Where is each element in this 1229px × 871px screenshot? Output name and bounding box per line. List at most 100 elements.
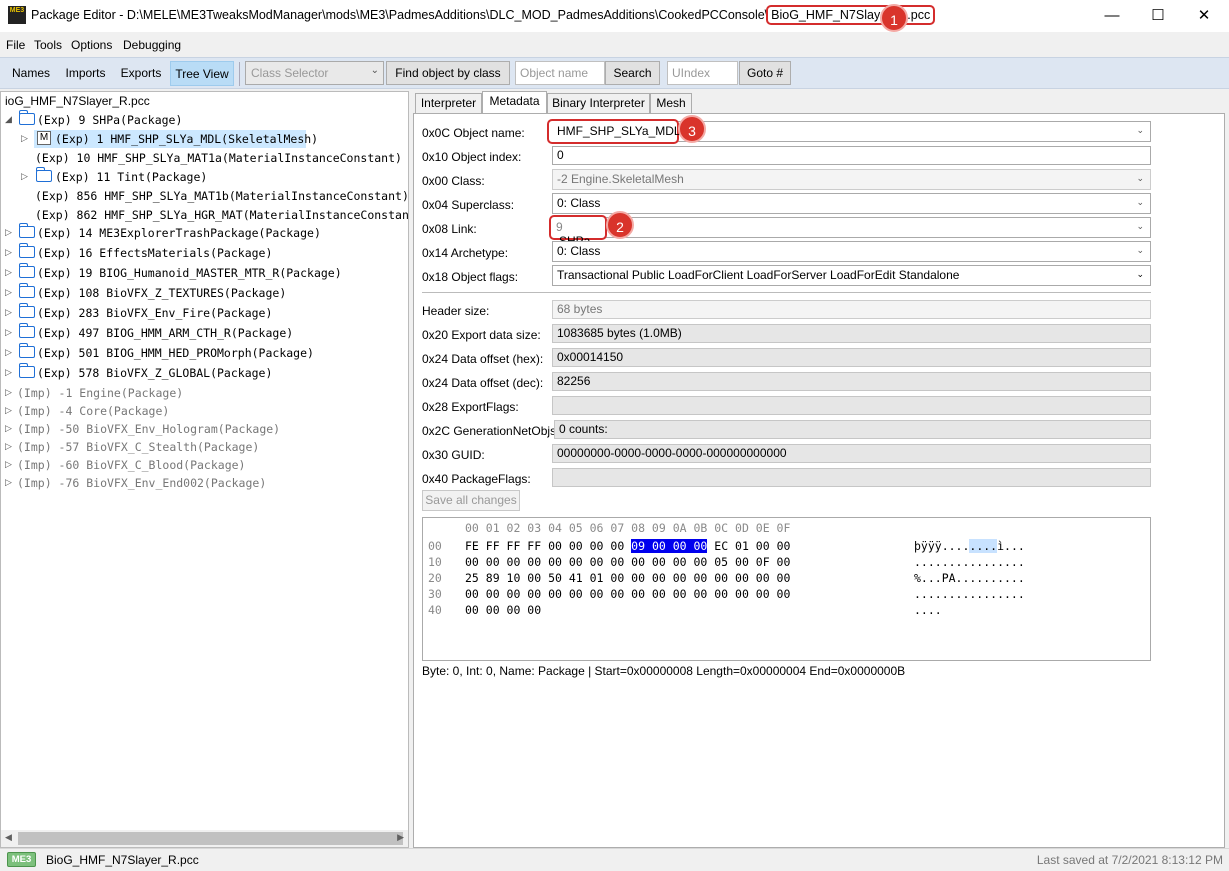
tree-node[interactable]: (Exp) 862 HMF_SHP_SLYa_HGR_MAT(MaterialI… (35, 206, 408, 225)
uindex-input[interactable]: UIndex (667, 61, 738, 85)
hex-selected-bytes: 09 00 00 00 (631, 539, 708, 553)
tree-node-import[interactable]: ▷ (Imp) -50 BioVFX_Env_Hologram(Package) (5, 420, 405, 439)
hex-row: 00 00 00 00 00 00 00 00 00 00 00 00 00 0… (465, 587, 791, 601)
tree-root-label: ioG_HMF_N7Slayer_R.pcc (5, 94, 150, 108)
expanded-arrow-icon[interactable]: ◢ (5, 114, 12, 125)
object-name-input[interactable]: Object name (515, 61, 605, 85)
tree-node[interactable]: ▷ (Exp) 497 BIOG_HMM_ARM_CTH_R(Package) (5, 323, 405, 343)
tree-node-shpa[interactable]: ◢ (Exp) 9 SHPa(Package) (5, 110, 405, 130)
folder-icon (18, 263, 35, 278)
tree-node-import[interactable]: ▷ (Imp) -57 BioVFX_C_Stealth(Package) (5, 438, 405, 457)
data-offset-dec-label: 0x24 Data offset (dec): (422, 376, 544, 390)
tree-node-import[interactable]: ▷ (Imp) -4 Core(Package) (5, 402, 405, 421)
game-badge: ME3 (7, 852, 36, 867)
tree-node-import[interactable]: ▷ (Imp) -60 BioVFX_C_Blood(Package) (5, 456, 405, 475)
ascii-pre: þÿÿÿ.... (914, 539, 970, 553)
class-combo[interactable]: -2 Engine.SkeletalMesh ⌄ (552, 169, 1151, 190)
tab-interpreter[interactable]: Interpreter (415, 93, 482, 113)
link-index: 9 (556, 220, 563, 234)
collapsed-arrow-icon[interactable]: ▷ (5, 327, 12, 338)
object-flags-combo[interactable]: Transactional Public LoadForClient LoadF… (552, 265, 1151, 286)
tree-node-label: (Exp) 856 HMF_SHP_SLYa_MAT1b(MaterialIns… (35, 189, 409, 203)
collapsed-arrow-icon[interactable]: ▷ (5, 287, 12, 298)
export-flags-label: 0x28 ExportFlags: (422, 400, 519, 414)
folder-icon (18, 223, 35, 238)
menu-debugging[interactable]: Debugging (123, 38, 181, 52)
tree-node[interactable]: (Exp) 10 HMF_SHP_SLYa_MAT1a(MaterialInst… (35, 149, 405, 168)
names-button[interactable]: Names (5, 61, 57, 86)
goto-button[interactable]: Goto # (739, 61, 791, 85)
hex-viewer[interactable]: 00 01 02 03 04 05 06 07 08 09 0A 0B 0C 0… (422, 517, 1151, 661)
collapsed-arrow-icon[interactable]: ▷ (5, 405, 12, 416)
tree-node[interactable]: (Exp) 856 HMF_SHP_SLYa_MAT1b(MaterialIns… (35, 187, 408, 206)
folder-icon (18, 303, 35, 318)
window-title-path: Package Editor - D:\MELE\ME3TweaksModMan… (31, 8, 769, 22)
tree-node[interactable]: ▷ (Exp) 501 BIOG_HMM_HED_PROMorph(Packag… (5, 343, 405, 363)
ascii-selected: .... (969, 539, 998, 553)
menu-options[interactable]: Options (71, 38, 112, 52)
horizontal-scrollbar[interactable]: ◀ ▶ (1, 830, 408, 847)
object-index-input[interactable]: 0 (552, 146, 1151, 165)
scroll-left-icon[interactable]: ◀ (5, 832, 12, 843)
class-selector-combo[interactable]: Class Selector ⌄ (245, 61, 384, 85)
hex-bytes-post: EC 01 00 00 (707, 539, 791, 553)
collapsed-arrow-icon[interactable]: ▷ (5, 227, 12, 238)
collapsed-arrow-icon[interactable]: ▷ (5, 423, 12, 434)
data-offset-hex-label: 0x24 Data offset (hex): (422, 352, 544, 366)
tree-node-label: (Exp) 16 EffectsMaterials(Package) (37, 246, 273, 260)
collapsed-arrow-icon[interactable]: ▷ (21, 133, 28, 144)
byte-info-line: Byte: 0, Int: 0, Name: Package | Start=0… (422, 664, 906, 678)
archetype-combo[interactable]: 0: Class ⌄ (552, 241, 1151, 262)
tab-metadata[interactable]: Metadata (482, 91, 547, 114)
tab-binary-interpreter[interactable]: Binary Interpreter (547, 93, 650, 113)
scrollbar-thumb[interactable] (18, 832, 403, 845)
tree-node-tint[interactable]: ▷ (Exp) 11 Tint(Package) (21, 167, 321, 187)
status-file-name: BioG_HMF_N7Slayer_R.pcc (46, 853, 199, 867)
tree-node-import[interactable]: ▷ (Imp) -1 Engine(Package) (5, 384, 405, 403)
superclass-combo[interactable]: 0: Class ⌄ (552, 193, 1151, 214)
tab-mesh[interactable]: Mesh (650, 93, 692, 113)
tree-node[interactable]: ▷ (Exp) 578 BioVFX_Z_GLOBAL(Package) (5, 363, 405, 383)
maximize-icon[interactable]: ☐ (1135, 2, 1181, 30)
collapsed-arrow-icon[interactable]: ▷ (5, 387, 12, 398)
collapsed-arrow-icon[interactable]: ▷ (5, 459, 12, 470)
collapsed-arrow-icon[interactable]: ▷ (5, 347, 12, 358)
menu-file[interactable]: File (6, 38, 25, 52)
tree-node[interactable]: ▷ (Exp) 16 EffectsMaterials(Package) (5, 243, 405, 263)
imports-button[interactable]: Imports (59, 61, 112, 86)
collapsed-arrow-icon[interactable]: ▷ (5, 247, 12, 258)
link-combo[interactable]: ⌄ (552, 217, 1151, 238)
package-tree[interactable]: ioG_HMF_N7Slayer_R.pcc ◢ (Exp) 9 SHPa(Pa… (0, 91, 409, 848)
hex-offset: 20 (428, 571, 442, 585)
collapsed-arrow-icon[interactable]: ▷ (5, 367, 12, 378)
search-button[interactable]: Search (605, 61, 660, 85)
collapsed-arrow-icon[interactable]: ▷ (5, 307, 12, 318)
chevron-down-icon: ⌄ (1136, 221, 1144, 231)
menu-tools[interactable]: Tools (34, 38, 62, 52)
tree-node-label: (Imp) -57 BioVFX_C_Stealth(Package) (17, 440, 260, 454)
tree-node[interactable]: ▷ (Exp) 283 BioVFX_Env_Fire(Package) (5, 303, 405, 323)
tree-node[interactable]: ▷ (Exp) 19 BIOG_Humanoid_MASTER_MTR_R(Pa… (5, 263, 405, 283)
minimize-icon[interactable]: — (1089, 2, 1135, 30)
folder-icon (35, 167, 52, 182)
exports-button[interactable]: Exports (114, 61, 168, 86)
chevron-down-icon: ⌄ (1136, 173, 1144, 183)
find-by-class-button[interactable]: Find object by class (386, 61, 510, 85)
tree-node-import[interactable]: ▷ (Imp) -76 BioVFX_Env_End002(Package) (5, 474, 405, 493)
collapsed-arrow-icon[interactable]: ▷ (5, 441, 12, 452)
tree-node-label: (Imp) -60 BioVFX_C_Blood(Package) (17, 458, 246, 472)
save-all-changes-button[interactable]: Save all changes (422, 490, 520, 511)
tree-node-selected-mesh[interactable]: ▷ M (Exp) 1 HMF_SHP_SLYa_MDL(SkeletalMes… (21, 130, 318, 149)
tree-node[interactable]: ▷ (Exp) 108 BioVFX_Z_TEXTURES(Package) (5, 283, 405, 303)
tree-view-button[interactable]: Tree View (170, 61, 234, 86)
close-icon[interactable]: ✕ (1181, 2, 1227, 30)
guid-value: 00000000-0000-0000-0000-000000000000 (552, 444, 1151, 463)
scroll-right-icon[interactable]: ▶ (397, 832, 404, 843)
tree-node-label: (Imp) -1 Engine(Package) (17, 386, 184, 400)
tree-node[interactable]: ▷ (Exp) 14 ME3ExplorerTrashPackage(Packa… (5, 223, 405, 243)
collapsed-arrow-icon[interactable]: ▷ (5, 267, 12, 278)
collapsed-arrow-icon[interactable]: ▷ (5, 477, 12, 488)
collapsed-arrow-icon[interactable]: ▷ (21, 171, 28, 182)
section-divider (422, 292, 1151, 293)
tree-node-label: (Exp) 108 BioVFX_Z_TEXTURES(Package) (37, 286, 287, 300)
